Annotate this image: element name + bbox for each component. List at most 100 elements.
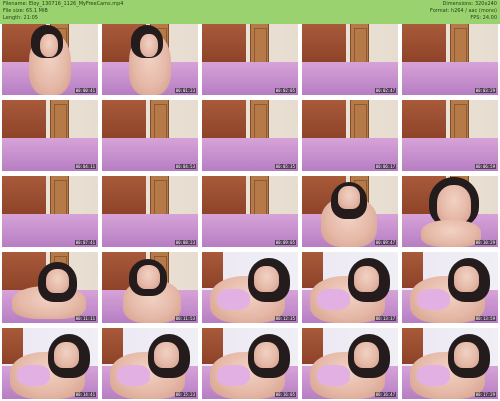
wardrobe	[302, 24, 347, 64]
video-thumbnail: 00:12:35	[202, 252, 298, 323]
face	[46, 269, 70, 294]
video-thumbnail: 00:08:23	[102, 176, 198, 247]
door	[250, 176, 270, 218]
timestamp-label: 00:10:29	[474, 240, 496, 245]
video-thumbnail: 00:16:05	[202, 328, 298, 399]
dimensions-text: Dimensions: 320x240	[442, 1, 497, 7]
door	[250, 100, 270, 142]
info-right-block: Dimensions: 320x240 Format: h264 / aac (…	[430, 1, 497, 22]
face	[453, 342, 479, 368]
timestamp-label: 00:07:41	[74, 240, 96, 245]
video-thumbnail: 00:13:17	[302, 252, 398, 323]
door	[450, 24, 470, 66]
video-thumbnail: 00:05:35	[202, 100, 298, 171]
timestamp-label: 00:14:41	[74, 392, 96, 397]
door	[350, 100, 370, 142]
timestamp-label: 00:11:11	[74, 316, 96, 321]
bra	[417, 364, 450, 387]
wardrobe	[402, 100, 447, 140]
timestamp-label: 00:16:47	[374, 392, 396, 397]
length-text: Length: 21:05	[3, 15, 38, 21]
video-thumbnail: 00:03:29	[402, 24, 498, 95]
timestamp-label: 00:06:17	[374, 164, 396, 169]
wardrobe	[202, 24, 247, 64]
timestamp-label: 00:04:53	[174, 164, 196, 169]
bra	[417, 288, 450, 311]
timestamp-label: 00:12:35	[274, 316, 296, 321]
door	[250, 24, 270, 66]
video-thumbnail: 00:00:41	[2, 24, 98, 95]
timestamp-label: 00:09:47	[374, 240, 396, 245]
face	[253, 266, 279, 292]
timestamp-label: 00:02:05	[274, 88, 296, 93]
video-thumbnail: 00:01:23	[102, 24, 198, 95]
timestamp-label: 00:06:59	[474, 164, 496, 169]
info-left-block: Filename: Eloy_130716_1126_MyFreeCams.mp…	[3, 1, 123, 22]
face	[140, 33, 158, 57]
timestamp-label: 00:15:23	[174, 392, 196, 397]
timestamp-label: 00:13:17	[374, 316, 396, 321]
timestamp-label: 00:05:35	[274, 164, 296, 169]
video-thumbnail: 00:14:41	[2, 328, 98, 399]
wardrobe	[2, 176, 47, 216]
face	[338, 185, 360, 209]
door	[150, 100, 170, 142]
video-thumbnail: 00:04:11	[2, 100, 98, 171]
filename-text: Filename: Eloy_130716_1126_MyFreeCams.mp…	[3, 1, 124, 7]
face	[353, 342, 379, 368]
video-thumbnail: 00:04:53	[102, 100, 198, 171]
bra	[17, 364, 50, 387]
bra	[317, 364, 350, 387]
timestamp-label: 00:08:23	[174, 240, 196, 245]
timestamp-label: 00:16:05	[274, 392, 296, 397]
bra	[117, 364, 150, 387]
wardrobe	[302, 100, 347, 140]
timestamp-label: 00:11:53	[174, 316, 196, 321]
video-thumbnail: 00:13:59	[402, 252, 498, 323]
timestamp-label: 00:00:41	[74, 88, 96, 93]
timestamp-label: 00:01:23	[174, 88, 196, 93]
timestamp-label: 00:17:29	[474, 392, 496, 397]
face	[53, 342, 79, 368]
face	[40, 33, 58, 57]
fps-text: FPS: 24.00	[470, 15, 497, 21]
face	[353, 266, 379, 292]
video-thumbnail: 00:02:05	[202, 24, 298, 95]
timestamp-label: 00:02:47	[374, 88, 396, 93]
timestamp-label: 00:09:05	[274, 240, 296, 245]
video-thumbnail: 00:16:47	[302, 328, 398, 399]
video-thumbnail: 00:06:17	[302, 100, 398, 171]
door	[50, 100, 70, 142]
face	[253, 342, 279, 368]
video-thumbnail: 00:11:53	[102, 252, 198, 323]
bra	[317, 288, 350, 311]
door	[450, 100, 470, 142]
timestamp-label: 00:04:11	[74, 164, 96, 169]
filesize-text: File size: 65.1 MiB	[3, 8, 48, 14]
person	[421, 220, 481, 247]
video-thumbnail: 00:15:23	[102, 328, 198, 399]
wardrobe	[102, 100, 147, 140]
video-thumbnail: 00:06:59	[402, 100, 498, 171]
bra	[217, 288, 250, 311]
video-thumbnail: 00:09:47	[302, 176, 398, 247]
door	[350, 24, 370, 66]
bra	[217, 364, 250, 387]
face	[136, 264, 160, 289]
door	[50, 176, 70, 218]
door	[150, 176, 170, 218]
face	[436, 184, 472, 224]
timestamp-label: 00:13:59	[474, 316, 496, 321]
face	[153, 342, 179, 368]
video-thumbnail: 00:09:05	[202, 176, 298, 247]
timestamp-label: 00:03:29	[474, 88, 496, 93]
wardrobe	[402, 24, 447, 64]
video-thumbnail: 00:11:11	[2, 252, 98, 323]
wardrobe	[202, 176, 247, 216]
thumbnail-grid: 00:00:41 00:01:23 00:02:05 00:02:47 00:03:29…	[2, 24, 498, 399]
video-thumbnail: 00:02:47	[302, 24, 398, 95]
video-thumbnail: 00:17:29	[402, 328, 498, 399]
face	[453, 266, 479, 292]
wardrobe	[2, 100, 47, 140]
wardrobe	[102, 176, 147, 216]
